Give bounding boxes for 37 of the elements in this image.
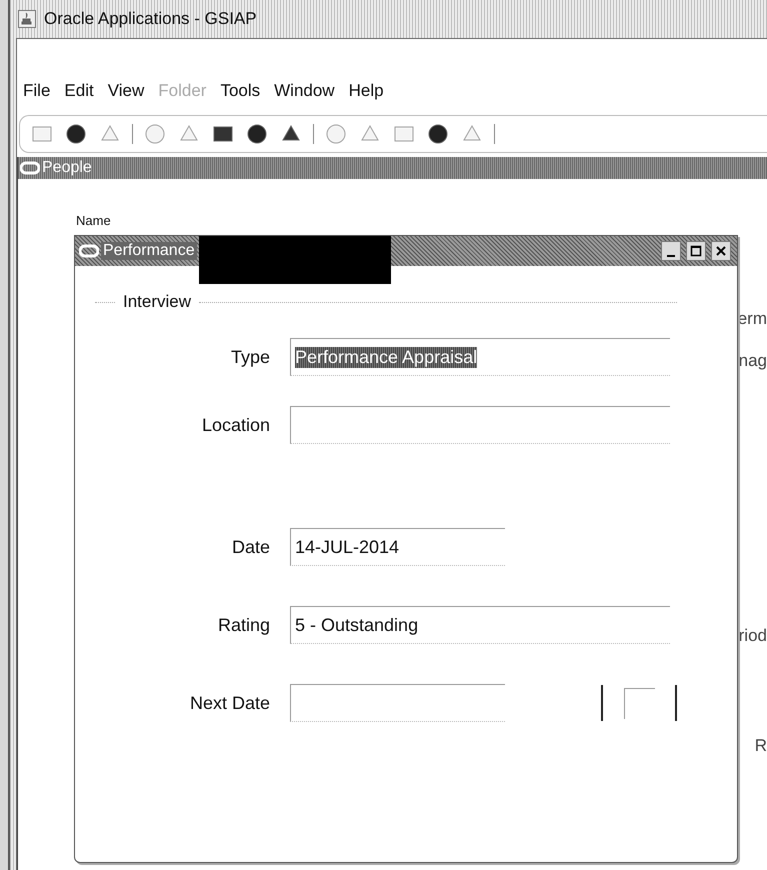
flexfield-input[interactable] [601, 685, 677, 721]
input-field[interactable]: 14-JUL-2014 [290, 528, 505, 566]
window-title: Oracle Applications - GSIAP [44, 9, 257, 29]
input-field[interactable]: Performance Appraisal [290, 338, 670, 376]
field-label: riod [738, 626, 767, 646]
menu-item[interactable]: Help [348, 81, 384, 111]
minimize-button[interactable] [661, 241, 681, 261]
menu-item[interactable]: File [23, 81, 50, 111]
input-field[interactable] [290, 684, 505, 722]
close-button[interactable] [711, 241, 731, 261]
toolbar-separator [494, 124, 495, 144]
window-title: People [42, 159, 92, 177]
input-field[interactable] [290, 406, 670, 444]
section-heading: Interview [123, 292, 192, 312]
toolbar-separator [313, 124, 314, 144]
menu-item[interactable]: View [108, 81, 144, 111]
field-label: Name [76, 213, 111, 228]
field-label: Type [230, 346, 270, 368]
maximize-button[interactable] [686, 241, 706, 261]
menu-item[interactable]: Edit [64, 81, 94, 111]
field-label: Rating [216, 614, 270, 636]
dialog-title: Performance [101, 242, 197, 260]
field-label: nag [738, 351, 767, 371]
java-cup-icon [18, 10, 36, 28]
maximize-icon [690, 245, 702, 257]
field-label: Location [200, 414, 270, 436]
close-icon [715, 245, 727, 257]
minimize-icon [667, 255, 675, 257]
field-label: Date [230, 536, 270, 558]
toolbar-separator [132, 124, 133, 144]
input-field[interactable]: 5 - Outstanding [290, 606, 670, 644]
oracle-icon [20, 161, 40, 175]
menu-item[interactable]: Tools [220, 81, 260, 111]
oracle-icon [79, 244, 99, 258]
field-label: R [754, 736, 767, 756]
menu-item[interactable]: Window [274, 81, 335, 111]
field-label: Next Date [188, 692, 270, 714]
